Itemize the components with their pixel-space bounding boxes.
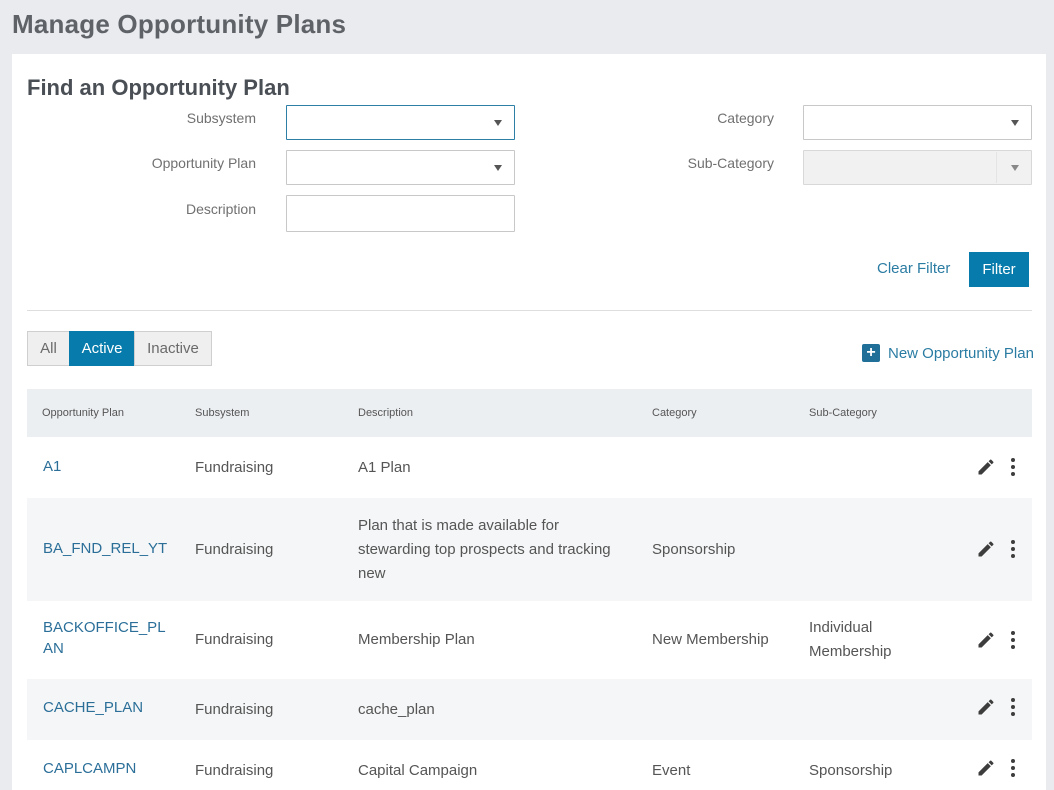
row-actions [976,697,1016,717]
subsystem-label: Subsystem [186,110,256,126]
description-input-wrap[interactable] [286,195,515,232]
cell-category: New Membership [652,631,769,648]
pencil-icon[interactable] [976,457,996,477]
cell-description: Membership Plan [358,631,475,648]
section-title: Find an Opportunity Plan [27,75,290,100]
more-vertical-icon[interactable] [1010,540,1016,558]
table-row: A1 Fundraising A1 Plan [27,437,1032,498]
subsystem-select[interactable] [286,105,515,140]
cell-category: Sponsorship [652,541,736,558]
caret-down-icon [494,165,502,171]
table-row: BA_FND_REL_YT Fundraising Plan that is m… [27,498,1032,601]
clear-filter-button[interactable]: Clear Filter [877,260,950,277]
cell-description: Capital Campaign [358,762,478,779]
divider [27,310,1032,311]
table-row: BACKOFFICE_PLAN Fundraising Membership P… [27,601,1032,679]
caret-down-icon [494,120,502,126]
cell-category: Event [652,762,691,779]
subcategory-label: Sub-Category [687,155,774,171]
cell-description: cache_plan [358,701,435,718]
more-vertical-icon[interactable] [1010,698,1016,716]
cell-description: Plan that is made available for stewardi… [358,517,611,582]
column-header-category: Category [652,407,697,419]
subcategory-select [803,150,1032,185]
plan-link[interactable]: A1 [43,456,61,477]
table-row: CACHE_PLAN Fundraising cache_plan [27,679,1032,740]
plan-link[interactable]: BACKOFFICE_PLAN [43,617,168,659]
page-title: Manage Opportunity Plans [12,9,347,39]
plan-link[interactable]: CACHE_PLAN [43,697,143,718]
table-header: Opportunity Plan Subsystem Description C… [27,389,1032,437]
opportunity-plan-label: Opportunity Plan [151,155,256,171]
cell-subcategory: Individual Membership [809,619,892,660]
plan-link[interactable]: BA_FND_REL_YT [43,538,167,559]
column-header-subsystem: Subsystem [195,407,250,419]
column-header-description: Description [358,407,414,419]
pencil-icon[interactable] [976,630,996,650]
more-vertical-icon[interactable] [1010,458,1016,476]
filter-button[interactable]: Filter [969,252,1029,287]
cell-subsystem: Fundraising [195,459,274,476]
cell-subsystem: Fundraising [195,631,274,648]
cell-description: A1 Plan [358,459,411,476]
plus-square-icon: + [862,344,880,362]
description-input[interactable] [287,196,514,231]
caret-down-icon [1011,165,1019,171]
caret-separator [996,152,997,183]
tab-inactive[interactable]: Inactive [134,331,212,366]
cell-subsystem: Fundraising [195,541,274,558]
row-actions [976,539,1016,559]
new-opportunity-plan-button[interactable]: + New Opportunity Plan [862,344,1034,362]
row-actions [976,758,1016,778]
category-label: Category [717,110,774,126]
more-vertical-icon[interactable] [1010,759,1016,777]
table-row: CAPLCAMPN Fundraising Capital Campaign E… [27,740,1032,790]
column-header-plan: Opportunity Plan [42,407,124,419]
filter-panel: Find an Opportunity Plan Subsystem Oppor… [12,54,1046,790]
new-opportunity-plan-label: New Opportunity Plan [888,344,1034,362]
opportunity-plan-select[interactable] [286,150,515,185]
caret-down-icon [1011,120,1019,126]
category-select[interactable] [803,105,1032,140]
plan-link[interactable]: CAPLCAMPN [43,758,136,779]
cell-subsystem: Fundraising [195,762,274,779]
pencil-icon[interactable] [976,697,996,717]
tab-active[interactable]: Active [69,331,135,366]
row-actions [976,630,1016,650]
description-label: Description [185,201,256,217]
pencil-icon[interactable] [976,539,996,559]
row-actions [976,457,1016,477]
pencil-icon[interactable] [976,758,996,778]
more-vertical-icon[interactable] [1010,631,1016,649]
opportunity-plans-table: Opportunity Plan Subsystem Description C… [27,389,1032,790]
cell-subcategory: Sponsorship [809,762,893,779]
column-header-subcategory: Sub-Category [809,407,877,419]
cell-subsystem: Fundraising [195,701,274,718]
tab-all[interactable]: All [27,331,70,366]
